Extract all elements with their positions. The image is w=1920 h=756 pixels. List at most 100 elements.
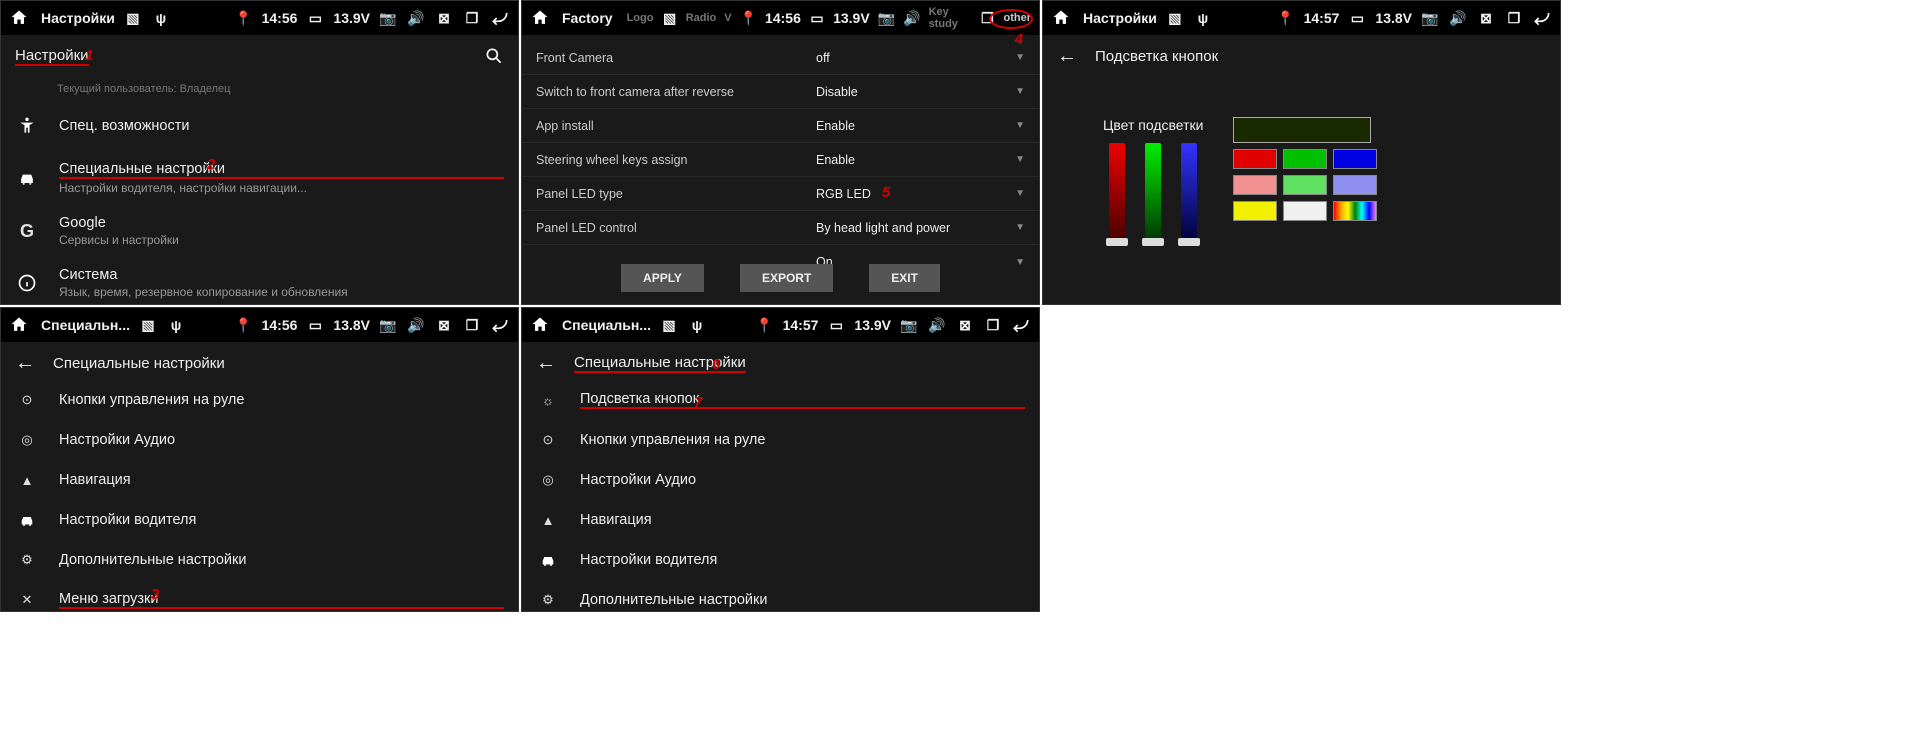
- image-icon: ▧: [661, 8, 677, 28]
- slider-green[interactable]: [1145, 143, 1161, 243]
- usb-icon: ψ: [687, 315, 707, 335]
- settings-item-google[interactable]: G GoogleСервисы и настройки: [1, 205, 518, 257]
- window-icon[interactable]: ❐: [983, 315, 1003, 335]
- back-icon[interactable]: [490, 315, 510, 335]
- google-icon: G: [17, 221, 37, 241]
- image-icon: ▧: [659, 315, 679, 335]
- gear-icon: ⚙: [17, 550, 37, 570]
- statusbar: Специальн... ▧ ψ 📍 14:57 ▭ 13.9V 📷 🔊 ⊠ ❐: [522, 308, 1039, 342]
- volume-icon[interactable]: 🔊: [903, 8, 920, 28]
- image-icon: ▧: [123, 8, 143, 28]
- list-item-boot-menu[interactable]: ✕Меню загрузки: [1, 580, 518, 612]
- home-icon[interactable]: [9, 8, 29, 28]
- back-icon[interactable]: [1011, 315, 1031, 335]
- back-icon[interactable]: [490, 8, 510, 28]
- swatch[interactable]: [1283, 149, 1327, 169]
- home-icon[interactable]: [9, 315, 29, 335]
- swatch[interactable]: [1233, 175, 1277, 195]
- swatch-rainbow[interactable]: [1333, 201, 1377, 221]
- swatch[interactable]: [1233, 201, 1277, 221]
- audio-icon: ◎: [538, 470, 558, 490]
- tab[interactable]: Logo: [627, 12, 654, 24]
- swatch[interactable]: [1233, 149, 1277, 169]
- window-icon[interactable]: ❐: [462, 8, 482, 28]
- swatch[interactable]: [1333, 149, 1377, 169]
- annotation-7: 7: [694, 394, 702, 411]
- volume-icon[interactable]: 🔊: [406, 315, 426, 335]
- back-arrow-icon[interactable]: ←: [1057, 45, 1077, 68]
- image-icon: ▧: [138, 315, 158, 335]
- apply-button[interactable]: APPLY: [621, 264, 704, 292]
- annotation-circle: [989, 9, 1033, 29]
- annotation-3: 3: [151, 586, 159, 603]
- back-arrow-icon[interactable]: ←: [536, 352, 556, 375]
- battery-icon: ▭: [305, 8, 325, 28]
- volume-icon[interactable]: 🔊: [927, 315, 947, 335]
- camera-icon[interactable]: 📷: [378, 8, 398, 28]
- truncated-item: Текущий пользователь: Владелец: [1, 77, 518, 101]
- home-icon[interactable]: [530, 8, 550, 28]
- window-icon[interactable]: ❐: [1504, 8, 1524, 28]
- back-icon[interactable]: [1532, 8, 1552, 28]
- search-icon[interactable]: [484, 46, 504, 66]
- voltage: 13.8V: [333, 317, 370, 333]
- location-icon: 📍: [234, 8, 254, 28]
- statusbar-title: Настройки: [1083, 10, 1157, 26]
- location-icon: 📍: [755, 315, 775, 335]
- factory-row[interactable]: Steering wheel keys assignEnable▼: [522, 143, 1039, 177]
- list-item[interactable]: ⊙Кнопки управления на руле: [522, 420, 1039, 460]
- usb-icon: ψ: [1193, 8, 1213, 28]
- home-icon[interactable]: [530, 315, 550, 335]
- volume-icon[interactable]: 🔊: [1448, 8, 1468, 28]
- close-icon[interactable]: ⊠: [1476, 8, 1496, 28]
- close-icon[interactable]: ⊠: [434, 8, 454, 28]
- window-icon[interactable]: ❐: [462, 315, 482, 335]
- factory-row[interactable]: Panel LED controlBy head light and power…: [522, 211, 1039, 245]
- slider-red[interactable]: [1109, 143, 1125, 243]
- camera-icon[interactable]: 📷: [878, 8, 895, 28]
- settings-item-system[interactable]: СистемаЯзык, время, резервное копировани…: [1, 257, 518, 305]
- slider-blue[interactable]: [1181, 143, 1197, 243]
- battery-icon: ▭: [809, 8, 825, 28]
- factory-row[interactable]: Front Cameraoff▼: [522, 41, 1039, 75]
- export-button[interactable]: EXPORT: [740, 264, 833, 292]
- swatch[interactable]: [1333, 175, 1377, 195]
- battery-icon: ▭: [826, 315, 846, 335]
- close-icon[interactable]: ⊠: [955, 315, 975, 335]
- home-icon[interactable]: [1051, 8, 1071, 28]
- close-icon[interactable]: ⊠: [434, 315, 454, 335]
- swatch[interactable]: [1283, 201, 1327, 221]
- list-item[interactable]: ⚙Дополнительные настройки: [522, 580, 1039, 612]
- settings-item-accessibility[interactable]: Спец. возможности: [1, 101, 518, 151]
- list-item[interactable]: Настройки водителя: [522, 540, 1039, 580]
- list-item[interactable]: ▲Навигация: [1, 460, 518, 500]
- list-item-backlight[interactable]: ☼Подсветка кнопок: [522, 380, 1039, 420]
- list-item[interactable]: ◎Настройки Аудио: [522, 460, 1039, 500]
- list-item[interactable]: ▲Навигация: [522, 500, 1039, 540]
- volume-icon[interactable]: 🔊: [406, 8, 426, 28]
- factory-row[interactable]: Switch to front camera after reverseDisa…: [522, 75, 1039, 109]
- back-arrow-icon[interactable]: ←: [15, 352, 35, 375]
- camera-icon[interactable]: 📷: [899, 315, 919, 335]
- statusbar-title: Factory: [562, 10, 613, 26]
- list-item[interactable]: ◎Настройки Аудио: [1, 420, 518, 460]
- settings-item-special[interactable]: Специальные настройкиНастройки водителя,…: [1, 151, 518, 205]
- exit-button[interactable]: EXIT: [869, 264, 940, 292]
- list-item[interactable]: ⊙Кнопки управления на руле: [1, 380, 518, 420]
- statusbar-title: Настройки: [41, 10, 115, 26]
- list-item[interactable]: Настройки водителя: [1, 500, 518, 540]
- camera-icon[interactable]: 📷: [378, 315, 398, 335]
- factory-row-panel-led[interactable]: Panel LED typeRGB LED▼: [522, 177, 1039, 211]
- tab[interactable]: Radio: [686, 12, 717, 24]
- time: 14:56: [262, 317, 298, 333]
- statusbar: Factory Logo ▧ Radio V 📍 14:56 ▭ 13.9V 📷…: [522, 1, 1039, 35]
- camera-icon[interactable]: 📷: [1420, 8, 1440, 28]
- list-item[interactable]: ⚙Дополнительные настройки: [1, 540, 518, 580]
- swatch[interactable]: [1283, 175, 1327, 195]
- time: 14:56: [765, 10, 801, 26]
- page-title-row: Настройки: [1, 35, 518, 77]
- tab[interactable]: Key study: [929, 6, 972, 30]
- factory-row[interactable]: App installEnable▼: [522, 109, 1039, 143]
- annotation-2: 2: [207, 156, 215, 173]
- wheel-icon: ⊙: [17, 390, 37, 410]
